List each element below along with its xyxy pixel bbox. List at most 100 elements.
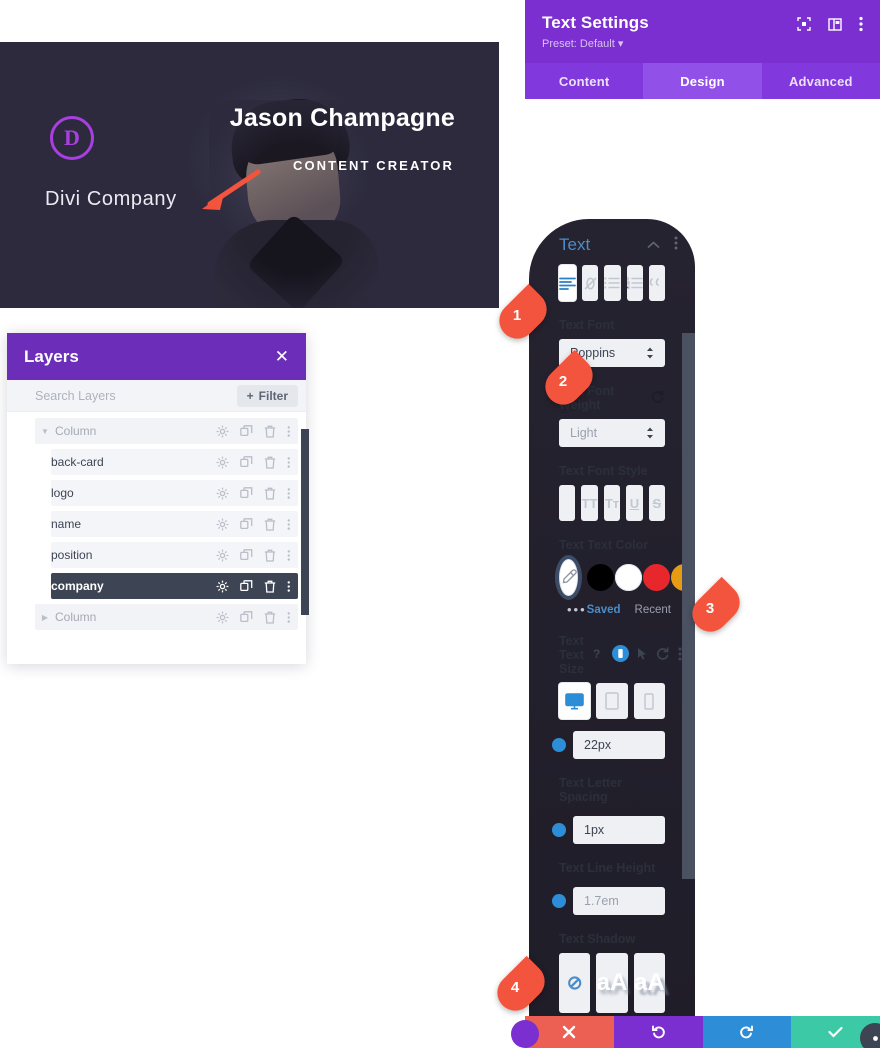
duplicate-icon[interactable] [239, 517, 253, 531]
responsive-icon[interactable] [612, 645, 630, 665]
device-tab-phone[interactable] [633, 683, 665, 719]
trash-icon[interactable] [264, 456, 276, 469]
chevron-up-icon[interactable] [647, 236, 660, 254]
gear-icon[interactable] [216, 487, 229, 500]
gear-icon[interactable] [216, 549, 229, 562]
segment-bullet-list[interactable] [604, 265, 621, 301]
shadow-option-hard[interactable]: aA [633, 953, 665, 1013]
layer-row-back-card[interactable]: back-card [51, 449, 298, 475]
duplicate-icon[interactable] [239, 610, 253, 624]
recent-colors-tab[interactable]: Recent [635, 604, 671, 616]
text-font-style-buttons: TT Tᴛ U S [559, 485, 666, 521]
cursor-icon[interactable] [637, 647, 648, 664]
shadow-option-no-shadow[interactable]: ⊘ [559, 953, 591, 1013]
trash-icon[interactable] [264, 611, 276, 624]
segment-quote[interactable] [648, 265, 665, 301]
more-vertical-icon[interactable] [287, 425, 291, 438]
segment-paragraph[interactable] [559, 265, 576, 301]
slider-knob[interactable] [552, 823, 566, 837]
trash-icon[interactable] [264, 487, 276, 500]
reset-icon[interactable] [656, 646, 670, 664]
duplicate-icon[interactable] [239, 455, 253, 469]
layer-row-actions [216, 579, 291, 593]
tab-design[interactable]: Design [643, 63, 762, 99]
disclosure-triangle-icon[interactable]: ▼ [35, 427, 55, 436]
preset-selector[interactable]: Preset: Default ▾ [542, 37, 649, 50]
layer-row-company[interactable]: company [51, 573, 298, 599]
callout-number: 4 [510, 978, 520, 996]
color-swatch-1[interactable] [615, 564, 642, 591]
trash-icon[interactable] [264, 549, 276, 562]
section-more-vertical-icon[interactable] [674, 236, 678, 255]
more-vertical-icon[interactable] [287, 611, 291, 624]
layer-row-position[interactable]: position [51, 542, 298, 568]
layers-scrollbar[interactable] [301, 429, 309, 615]
tab-content[interactable]: Content [525, 63, 643, 99]
segment-link[interactable] [582, 265, 599, 301]
tab-advanced[interactable]: Advanced [762, 63, 880, 99]
more-vertical-icon[interactable] [859, 16, 863, 32]
line-height-value[interactable]: 1.7em [573, 887, 665, 915]
search-input[interactable]: Search Layers [35, 389, 116, 403]
layer-row-column[interactable]: ▶ Column [35, 604, 298, 630]
section-header-text[interactable]: Text [529, 219, 695, 265]
layout-icon[interactable] [828, 17, 842, 31]
fullscreen-icon[interactable] [797, 17, 811, 31]
gear-icon[interactable] [216, 456, 229, 469]
letter-spacing-value[interactable]: 1px [573, 816, 665, 844]
shadow-option-soft[interactable]: aA [596, 953, 628, 1013]
more-vertical-icon[interactable] [287, 456, 291, 469]
duplicate-icon[interactable] [239, 548, 253, 562]
more-colors-icon[interactable]: ••• [559, 602, 587, 617]
segment-numbered-list[interactable] [626, 265, 643, 301]
eyedropper-icon[interactable] [559, 559, 578, 596]
save-button[interactable] [791, 1016, 880, 1048]
letter-spacing-label: Text Letter Spacing [559, 776, 622, 804]
card-name: Jason Champagne [229, 104, 455, 132]
layer-row-actions [216, 517, 291, 531]
help-icon[interactable]: ? [592, 647, 604, 664]
duplicate-icon[interactable] [239, 579, 253, 593]
gear-icon[interactable] [216, 425, 229, 438]
layer-row-name[interactable]: name [51, 511, 298, 537]
close-icon[interactable]: ✕ [275, 348, 289, 365]
text-size-value[interactable]: 22px [573, 731, 665, 759]
layer-row-actions [216, 455, 291, 469]
style-button-italic[interactable] [559, 485, 576, 521]
reset-icon[interactable] [651, 389, 665, 407]
color-swatch-2[interactable] [643, 564, 670, 591]
layer-row-column[interactable]: ▼ Column [35, 418, 298, 444]
slider-knob[interactable] [552, 894, 566, 908]
filter-button[interactable]: + Filter [236, 384, 298, 407]
device-tab-desktop[interactable] [559, 683, 591, 719]
gear-icon[interactable] [216, 580, 229, 593]
more-vertical-icon[interactable] [287, 518, 291, 531]
text-font-weight-select[interactable]: Light [559, 419, 665, 447]
saved-colors-tab[interactable]: Saved [587, 604, 621, 616]
more-vertical-icon[interactable] [287, 487, 291, 500]
style-button-strikethrough[interactable]: S [648, 485, 666, 521]
style-button-underline[interactable]: U [626, 485, 643, 521]
redo-button[interactable] [702, 1016, 792, 1048]
duplicate-icon[interactable] [239, 424, 253, 438]
footer-right-nub[interactable] [860, 1023, 880, 1048]
style-button-smallcaps[interactable]: Tᴛ [603, 485, 621, 521]
panel-header: Text Settings Preset: Default ▾ [525, 0, 880, 63]
more-vertical-icon[interactable] [287, 580, 291, 593]
trash-icon[interactable] [264, 580, 276, 593]
slider-knob[interactable] [552, 738, 566, 752]
gear-icon[interactable] [216, 518, 229, 531]
gear-icon[interactable] [216, 611, 229, 624]
layer-row-actions [216, 424, 291, 438]
more-vertical-icon[interactable] [287, 549, 291, 562]
disclosure-triangle-icon[interactable]: ▶ [35, 613, 55, 622]
style-button-uppercase[interactable]: TT [581, 485, 598, 521]
trash-icon[interactable] [264, 425, 276, 438]
undo-button[interactable] [613, 1016, 703, 1048]
duplicate-icon[interactable] [239, 486, 253, 500]
color-swatch-0[interactable] [587, 564, 614, 591]
layer-row-logo[interactable]: logo [51, 480, 298, 506]
device-tab-tablet[interactable] [596, 683, 628, 719]
trash-icon[interactable] [264, 518, 276, 531]
layer-row-actions [216, 610, 291, 624]
